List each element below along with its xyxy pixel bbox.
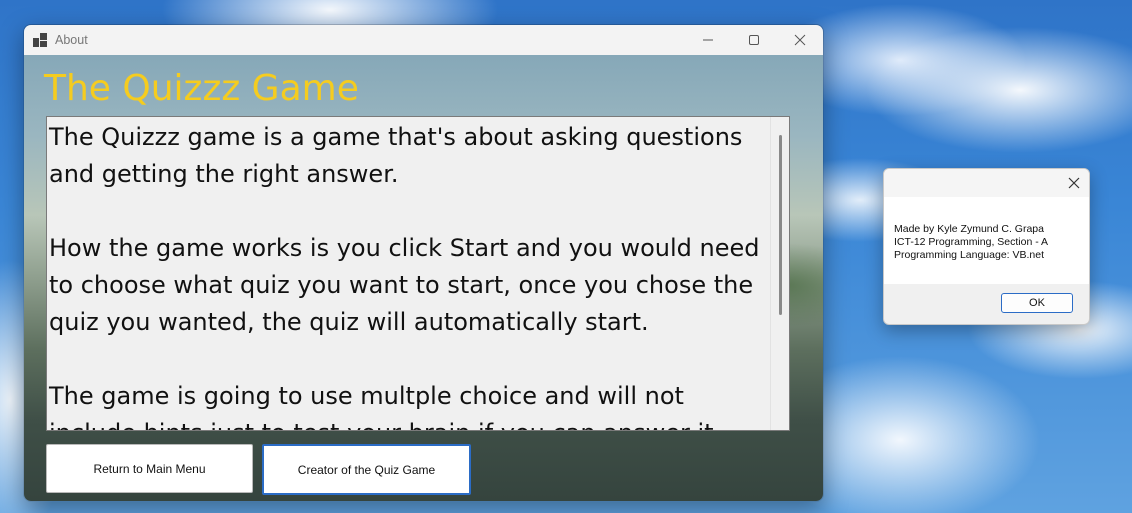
maximize-icon: [749, 35, 759, 45]
app-window-icon: [33, 33, 47, 47]
description-textbox[interactable]: The Quizzz game is a game that's about a…: [46, 116, 790, 431]
message-line: Made by Kyle Zymund C. Grapa: [894, 223, 1044, 235]
window-title: About: [55, 33, 88, 47]
close-icon: [794, 34, 806, 46]
minimize-button[interactable]: [685, 25, 731, 55]
title-bar[interactable]: About: [24, 25, 823, 55]
description-paragraph: The game is going to use multple choice …: [49, 382, 714, 430]
message-line: ICT-12 Programming, Section - A: [894, 236, 1049, 248]
creator-of-quiz-game-button[interactable]: Creator of the Quiz Game: [262, 444, 471, 495]
page-title: The Quizzz Game: [44, 68, 359, 109]
close-icon: [1068, 177, 1080, 189]
message-line: Programming Language: VB.net: [894, 249, 1045, 261]
about-window: About The Quizzz Game The Quizzz game is…: [23, 24, 824, 502]
description-paragraph: How the game works is you click Start an…: [49, 234, 760, 336]
message-box-close-button[interactable]: [1059, 169, 1089, 197]
minimize-icon: [703, 39, 713, 41]
maximize-button[interactable]: [731, 25, 777, 55]
message-box-title-bar[interactable]: [884, 169, 1089, 197]
return-to-main-menu-button[interactable]: Return to Main Menu: [46, 444, 253, 493]
message-box-body: Made by Kyle Zymund C. Grapa ICT-12 Prog…: [884, 197, 1089, 284]
creator-message-box: Made by Kyle Zymund C. Grapa ICT-12 Prog…: [883, 168, 1090, 325]
description-text: The Quizzz game is a game that's about a…: [47, 117, 789, 430]
scrollbar-thumb[interactable]: [779, 135, 782, 315]
window-client-area: The Quizzz Game The Quizzz game is a gam…: [24, 55, 823, 501]
description-paragraph: The Quizzz game is a game that's about a…: [49, 123, 743, 188]
vertical-scrollbar[interactable]: [770, 117, 789, 430]
ok-button[interactable]: OK: [1001, 293, 1073, 313]
close-button[interactable]: [777, 25, 823, 55]
